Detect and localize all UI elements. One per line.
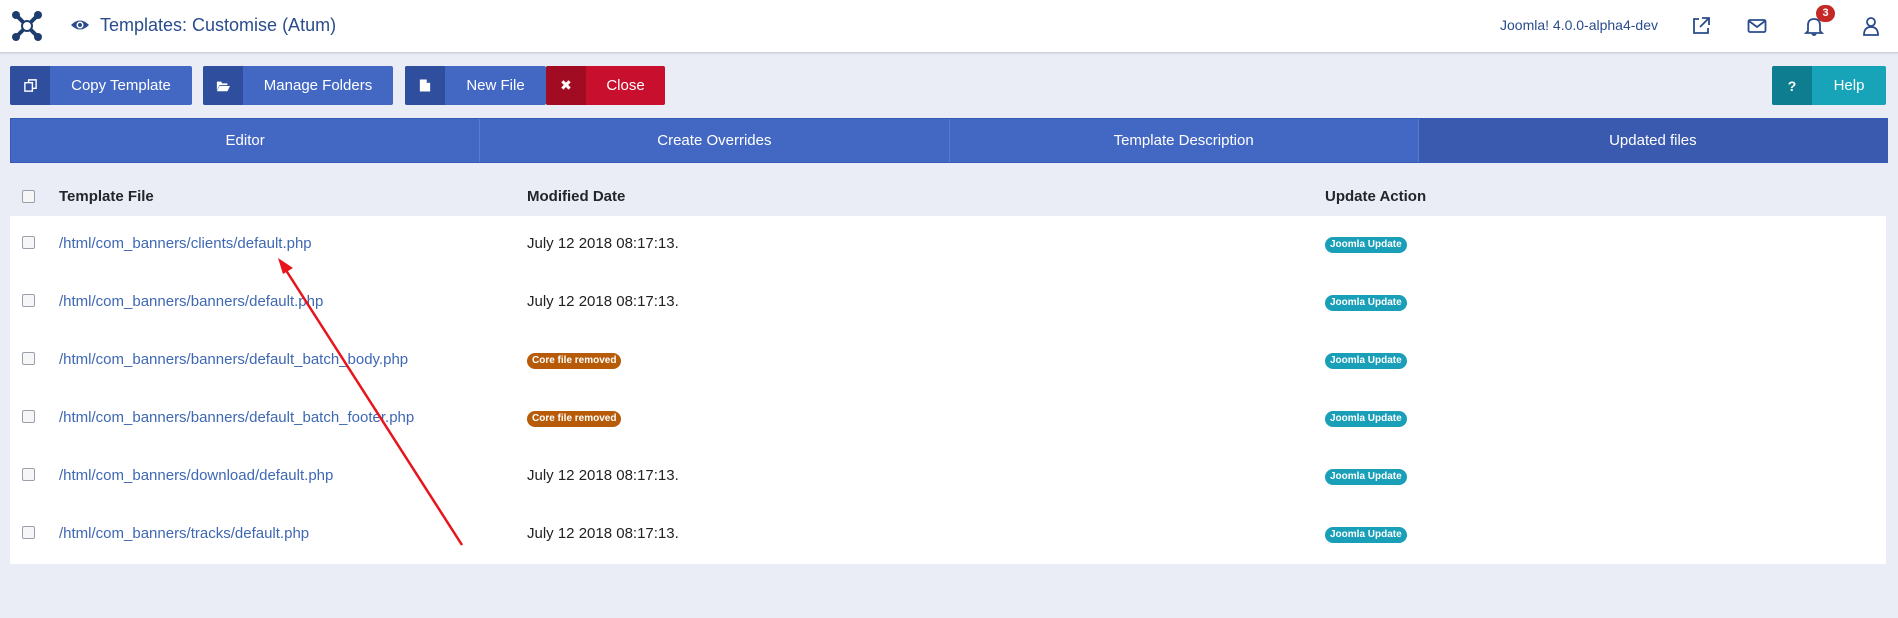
manage-folders-label: Manage Folders bbox=[263, 77, 373, 94]
row-checkbox[interactable] bbox=[22, 526, 35, 539]
row-checkbox[interactable] bbox=[22, 352, 35, 365]
tab-create-overrides[interactable]: Create Overrides bbox=[480, 119, 950, 162]
row-checkbox[interactable] bbox=[22, 236, 35, 249]
new-file-button[interactable]: New File bbox=[405, 66, 546, 105]
close-button[interactable]: ✖ Close bbox=[546, 66, 665, 105]
core-file-removed-badge: Core file removed bbox=[527, 411, 622, 427]
table-row: /html/com_banners/download/default.php J… bbox=[10, 448, 1886, 506]
template-file-link[interactable]: /html/com_banners/banners/default.php bbox=[59, 293, 323, 310]
copy-icon bbox=[10, 66, 50, 105]
column-update-action: Update Action bbox=[1325, 188, 1427, 205]
manage-folders-button[interactable]: Manage Folders bbox=[203, 66, 393, 105]
row-checkbox[interactable] bbox=[22, 410, 35, 423]
question-icon: ? bbox=[1772, 66, 1812, 105]
joomla-logo-icon[interactable] bbox=[10, 9, 44, 43]
modified-date: July 12 2018 08:17:13. bbox=[527, 467, 679, 484]
help-label: Help bbox=[1833, 77, 1865, 94]
select-all-checkbox[interactable] bbox=[22, 190, 35, 203]
template-file-link[interactable]: /html/com_banners/tracks/default.php bbox=[59, 525, 309, 542]
tab-bar: Editor Create Overrides Template Descrip… bbox=[10, 118, 1888, 163]
update-action-badge: Joomla Update bbox=[1325, 527, 1407, 543]
folder-open-icon bbox=[203, 66, 243, 105]
table-body: /html/com_banners/clients/default.php Ju… bbox=[10, 216, 1886, 564]
file-icon bbox=[405, 66, 445, 105]
table-row: /html/com_banners/banners/default.php Ju… bbox=[10, 274, 1886, 332]
version-link[interactable]: Joomla! 4.0.0-alpha4-dev bbox=[1500, 17, 1658, 33]
column-template-file: Template File bbox=[59, 188, 154, 205]
modified-date: July 12 2018 08:17:13. bbox=[527, 235, 679, 252]
header-bar: Templates: Customise (Atum) Joomla! 4.0.… bbox=[0, 0, 1898, 53]
update-action-badge: Joomla Update bbox=[1325, 237, 1407, 253]
template-file-link[interactable]: /html/com_banners/banners/default_batch_… bbox=[59, 351, 408, 368]
table-row: /html/com_banners/clients/default.php Ju… bbox=[10, 216, 1886, 274]
tab-editor[interactable]: Editor bbox=[11, 119, 481, 162]
user-icon[interactable] bbox=[1860, 15, 1882, 37]
external-link-icon[interactable] bbox=[1690, 15, 1712, 37]
help-button[interactable]: ? Help bbox=[1772, 66, 1886, 105]
update-action-badge: Joomla Update bbox=[1325, 469, 1407, 485]
row-checkbox[interactable] bbox=[22, 468, 35, 481]
eye-icon bbox=[70, 17, 90, 33]
table-row: /html/com_banners/banners/default_batch_… bbox=[10, 390, 1886, 448]
table-header: Template File Modified Date Update Actio… bbox=[10, 180, 1886, 216]
notification-count-badge: 3 bbox=[1816, 5, 1835, 22]
copy-template-label: Copy Template bbox=[71, 77, 171, 94]
template-file-link[interactable]: /html/com_banners/download/default.php bbox=[59, 467, 333, 484]
close-icon: ✖ bbox=[546, 66, 586, 105]
table-row: /html/com_banners/banners/default_batch_… bbox=[10, 332, 1886, 390]
page-title: Templates: Customise (Atum) bbox=[100, 15, 337, 35]
template-file-link[interactable]: /html/com_banners/banners/default_batch_… bbox=[59, 409, 414, 426]
template-file-link[interactable]: /html/com_banners/clients/default.php bbox=[59, 235, 312, 252]
core-file-removed-badge: Core file removed bbox=[527, 353, 622, 369]
tab-updated-files[interactable]: Updated files bbox=[1418, 119, 1887, 162]
modified-date: July 12 2018 08:17:13. bbox=[527, 525, 679, 542]
update-action-badge: Joomla Update bbox=[1325, 353, 1407, 369]
update-action-badge: Joomla Update bbox=[1325, 295, 1407, 311]
new-file-label: New File bbox=[466, 77, 525, 94]
modified-date: July 12 2018 08:17:13. bbox=[527, 293, 679, 310]
row-checkbox[interactable] bbox=[22, 294, 35, 307]
envelope-icon[interactable] bbox=[1746, 15, 1768, 37]
update-action-badge: Joomla Update bbox=[1325, 411, 1407, 427]
column-modified-date: Modified Date bbox=[527, 188, 626, 205]
copy-template-button[interactable]: Copy Template bbox=[10, 66, 192, 105]
table-row: /html/com_banners/tracks/default.php Jul… bbox=[10, 506, 1886, 564]
tab-template-description[interactable]: Template Description bbox=[950, 119, 1419, 162]
close-label: Close bbox=[606, 77, 645, 94]
